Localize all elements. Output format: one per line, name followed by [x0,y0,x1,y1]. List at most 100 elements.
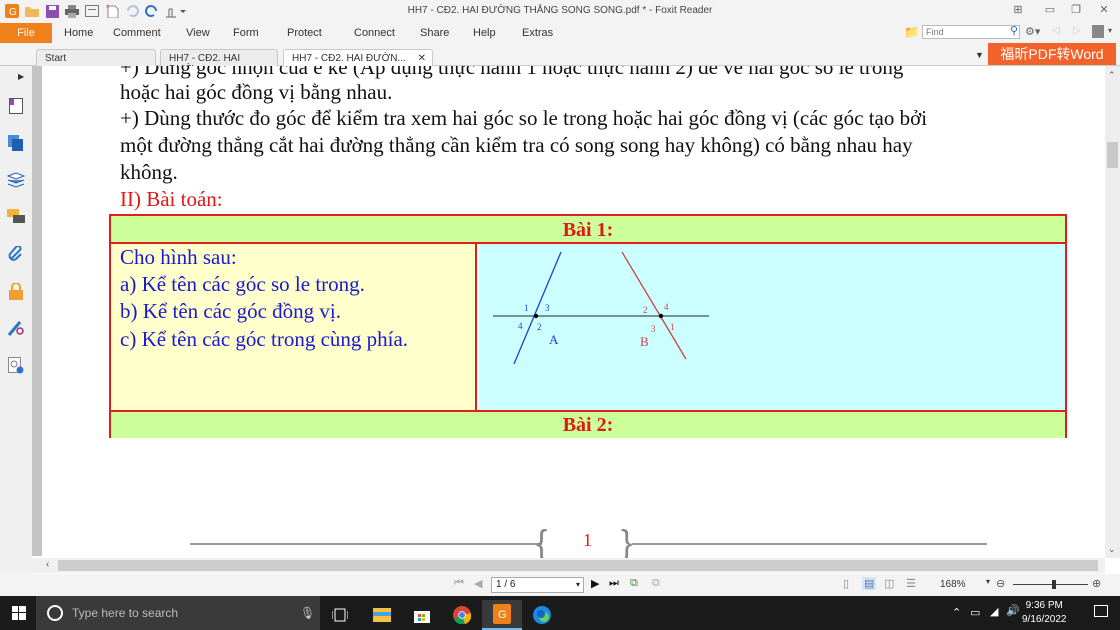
scroll-left-icon[interactable]: ‹ [46,559,49,570]
panel-splitter[interactable] [32,66,42,556]
angle-label-a2: 2 [537,322,542,332]
user-dropdown-icon[interactable]: ▾ [1108,26,1112,35]
previous-view-icon[interactable]: ⧉ [630,577,638,590]
menu-protect[interactable]: Protect [287,27,322,39]
continuous-page-icon[interactable]: ▤ [862,577,877,590]
security-lock-icon[interactable] [6,281,26,301]
certificate-icon[interactable] [6,355,26,375]
volume-icon[interactable]: 🔊 [1006,604,1020,617]
menu-help[interactable]: Help [473,27,496,39]
minimize-button[interactable]: ▭ [1040,3,1060,17]
menu-home[interactable]: Home [64,27,93,39]
point-b [658,313,664,319]
close-button[interactable]: ✕ [1094,3,1114,17]
file-menu-button[interactable]: File [0,23,52,43]
facing-page-icon[interactable]: ◫ [884,577,894,590]
vertical-scroll-thumb[interactable] [1107,142,1118,168]
horizontal-scrollbar[interactable]: ‹ [32,558,1105,573]
tab-list-dropdown-icon[interactable]: ▼ [975,50,984,60]
close-tab-icon[interactable]: ✕ [418,53,426,64]
windows-start-icon[interactable] [12,606,26,623]
system-clock[interactable]: 9:36 PM 9/16/2022 [1022,599,1067,627]
chrome-icon[interactable] [442,600,482,630]
next-page-icon[interactable]: ▶ [591,577,599,590]
pdf-to-word-button[interactable]: 福昕PDF转Word [988,43,1116,65]
settings-gear-icon[interactable]: ⚙▾ [1025,25,1040,38]
menu-connect[interactable]: Connect [354,27,395,39]
document-tab-bar: Start HH7 - CĐ2. HAI ĐƯỜ... HH7 - CĐ2. H… [0,44,1120,75]
zoom-slider[interactable] [1013,584,1088,585]
tab-label: HH7 - CĐ2. HAI ĐƯỜN... [292,53,406,64]
expand-panel-icon[interactable]: ▶ [18,72,24,81]
search-icon[interactable]: ⚲ [1010,25,1018,37]
notification-center-icon[interactable] [1094,605,1108,617]
restore-button[interactable]: ❐ [1066,3,1086,17]
ribbon-display-icon[interactable]: ⊞ [1008,3,1028,17]
problem-1-line: Cho hình sau: [120,245,237,269]
horizontal-scroll-thumb[interactable] [58,560,1098,571]
pages-icon[interactable] [6,133,26,153]
edge-icon[interactable] [522,600,562,630]
angle-label-a1: 1 [524,303,529,313]
problem-table: Bài 1: Cho hình sau: a) Kể tên các góc s… [109,214,1067,438]
next-view-icon[interactable]: ⧉ [652,577,660,590]
scroll-down-icon[interactable]: ⌄ [1108,544,1116,555]
scroll-up-icon[interactable]: ⌃ [1108,70,1116,81]
tab-document-2[interactable]: HH7 - CĐ2. HAI ĐƯỜN... ✕ [283,49,433,66]
store-icon[interactable] [402,600,442,630]
task-view-icon[interactable] [320,600,360,630]
search-folder-icon[interactable]: 📁 [904,25,919,39]
continuous-facing-icon[interactable]: ☰ [906,577,916,590]
line-through-b [621,251,687,360]
menu-view[interactable]: View [186,27,210,39]
menu-extras[interactable]: Extras [522,27,553,39]
menu-comment[interactable]: Comment [113,27,161,39]
zoom-dropdown-icon[interactable]: ▾ [986,577,990,586]
bookmark-icon[interactable] [6,96,26,116]
page-number-footer: 1 [583,530,592,550]
previous-page-icon[interactable]: ◀ [474,577,482,590]
find-input[interactable]: Find ⚲ [922,25,1020,39]
zoom-level[interactable]: 168% [940,579,966,590]
wifi-icon[interactable]: ◢ [990,605,998,618]
geometry-figure: 1 3 4 2 A 2 4 3 1 B [493,251,709,365]
single-page-icon[interactable]: ▯ [843,577,849,590]
zoom-in-icon[interactable]: ⊕ [1092,577,1101,590]
angle-label-b2: 2 [643,305,648,315]
last-page-icon[interactable]: ⏭ [609,577,619,590]
forward-arrow-icon[interactable]: ▷ [1073,25,1081,36]
menu-form[interactable]: Form [233,27,259,39]
back-arrow-icon[interactable]: ◁ [1052,25,1060,36]
user-avatar-icon[interactable] [1092,25,1104,38]
foxit-reader-taskbar-icon[interactable]: G [482,600,522,630]
layers-icon[interactable] [6,170,26,190]
page-dropdown-icon[interactable]: ▾ [576,578,580,592]
attachments-icon[interactable] [6,244,26,264]
page-display: 1 / 6 [496,579,516,590]
show-hidden-icons-icon[interactable]: ⌃ [952,606,961,619]
doc-text-line: hoặc hai góc đồng vị bằng nhau. [120,80,393,104]
file-explorer-icon[interactable] [362,600,402,630]
page-number-input[interactable]: 1 / 6 ▾ [491,577,584,593]
tab-start[interactable]: Start [36,49,156,66]
zoom-out-icon[interactable]: ⊖ [996,577,1005,590]
problem-1-line: b) Kể tên các góc đồng vị. [120,299,342,323]
comments-icon[interactable] [6,207,26,227]
footer-rule [632,543,987,545]
status-bar: ⏮ ◀ 1 / 6 ▾ ▶ ⏭ ⧉ ⧉ ▯ ▤ ◫ ☰ 168% ▾ ⊖ ⊕ [0,574,1120,596]
angle-label-a3: 3 [545,303,550,313]
vertical-scrollbar[interactable]: ⌃ ⌄ [1105,66,1120,558]
signature-icon[interactable] [6,318,26,338]
tab-document-1[interactable]: HH7 - CĐ2. HAI ĐƯỜ... [160,49,278,75]
angle-label-a4: 4 [518,321,523,331]
clock-date: 9/16/2022 [1022,614,1067,625]
battery-icon[interactable]: ▭ [970,606,980,619]
zoom-slider-thumb[interactable] [1052,580,1057,589]
first-page-icon[interactable]: ⏮ [454,577,464,590]
navigation-panel: ▶ [0,66,32,574]
microphone-icon[interactable]: 🎙 [300,606,315,620]
point-b-label: B [640,334,649,349]
point-a-label: A [549,332,559,347]
taskbar-search-box[interactable]: Type here to search 🎙 [36,596,320,630]
menu-share[interactable]: Share [420,27,449,39]
